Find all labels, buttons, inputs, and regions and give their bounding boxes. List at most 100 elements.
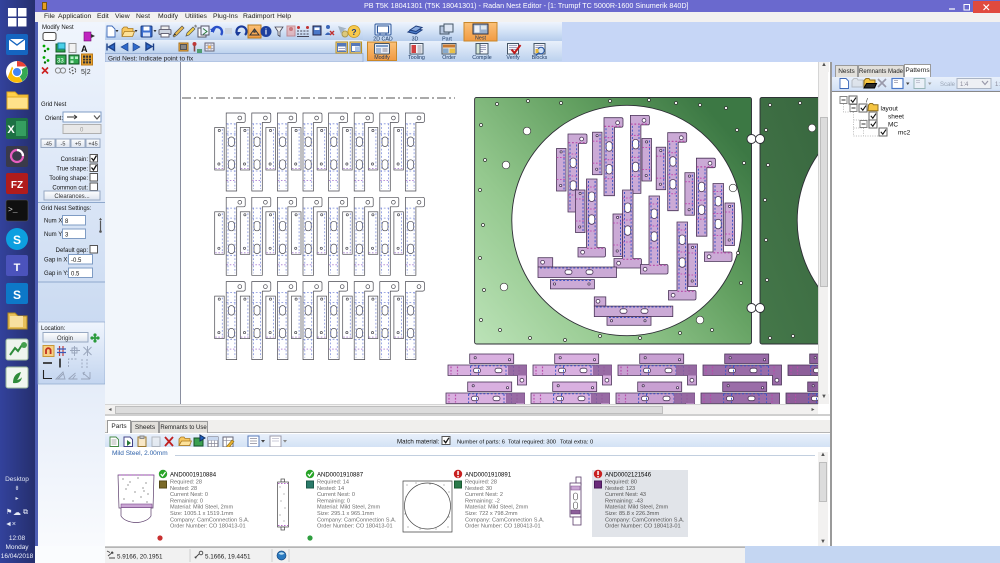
svg-text:Required: 14: Required: 14 [317,480,349,486]
svg-text:Material: Mild Steel, 2mm: Material: Mild Steel, 2mm [317,505,380,511]
svg-text:12:08: 12:08 [9,535,26,542]
svg-text:Material: Mild Steel, 2mm: Material: Mild Steel, 2mm [465,505,528,511]
svg-text:?: ? [351,27,356,37]
svg-text:Match material:: Match material: [397,439,440,446]
svg-text:Gap in X:: Gap in X: [44,258,69,264]
svg-text:Remaining: -43: Remaining: -43 [605,498,643,504]
svg-text:S: S [13,233,21,247]
svg-text:Remaining: 0: Remaining: 0 [317,498,350,504]
svg-text:Order: Order [442,55,456,61]
svg-text:i: i [265,28,267,37]
svg-text:Orient:: Orient: [45,116,63,122]
svg-text:Total extra: 0: Total extra: 0 [560,440,593,446]
svg-text:T: T [14,262,21,274]
svg-text:⧉: ⧉ [23,509,28,516]
svg-text:0.5: 0.5 [71,272,80,278]
svg-text:AND0001910887: AND0001910887 [317,473,364,479]
svg-text:16/04/2018: 16/04/2018 [1,553,34,560]
svg-text:Order Number: CO 180413-01: Order Number: CO 180413-01 [170,524,246,530]
svg-text:-45: -45 [44,142,52,148]
svg-text:Tooling shape:: Tooling shape: [49,176,88,182]
svg-text:Size: 1005.1 x 1519.1mm: Size: 1005.1 x 1519.1mm [170,511,234,517]
svg-text:33: 33 [57,59,64,65]
svg-text:Number of parts: 6: Number of parts: 6 [457,440,505,446]
svg-text:Company: CamConnection S.A.: Company: CamConnection S.A. [170,517,250,523]
svg-text:Order Number: CO 180413-01: Order Number: CO 180413-01 [317,524,393,530]
svg-text:Total required: 300: Total required: 300 [508,440,556,446]
svg-text:5.9166, 20.1951: 5.9166, 20.1951 [117,554,163,561]
svg-text:Default gap:: Default gap: [56,248,89,254]
svg-text:Company: CamConnection S.A.: Company: CamConnection S.A. [317,517,397,523]
svg-text:sheet: sheet [888,114,904,121]
svg-text:Remaining: 0: Remaining: 0 [170,498,203,504]
svg-text:Size: 722 x 798.2mm: Size: 722 x 798.2mm [465,511,518,517]
svg-text:Required: 28: Required: 28 [170,480,202,486]
svg-text:True shape:: True shape: [56,167,88,173]
svg-text:MC: MC [888,122,898,129]
svg-text:Gap in Y:: Gap in Y: [44,271,69,277]
svg-text:Blocks: Blocks [532,55,548,61]
svg-text:Compile: Compile [472,55,491,61]
svg-text:-0.5: -0.5 [71,258,82,264]
svg-text:AND0001910891: AND0001910891 [465,473,512,479]
svg-text:Order Number: CO 180413-01: Order Number: CO 180413-01 [605,524,681,530]
svg-text:Company: CamConnection S.A.: Company: CamConnection S.A. [465,517,545,523]
svg-text:X: X [7,124,15,136]
svg-text:Current Nest: 2: Current Nest: 2 [465,492,503,498]
svg-text:Company: CamConnection S.A.: Company: CamConnection S.A. [605,517,685,523]
svg-text:>_: >_ [8,206,18,215]
svg-text:Grid Nest: Grid Nest [41,102,67,108]
svg-text:AND0001910884: AND0001910884 [170,473,217,479]
svg-text:Grid Nest Settings:: Grid Nest Settings: [41,206,92,212]
svg-text:FZ: FZ [11,180,23,191]
svg-text:Scale: Scale [940,82,956,88]
svg-text:Material: Mild Steel, 2mm: Material: Mild Steel, 2mm [170,505,233,511]
svg-text:mc2: mc2 [898,130,911,137]
svg-text:S: S [13,288,21,302]
svg-text:◄×: ◄× [5,521,16,528]
svg-text:Size: 295.1 x 965.1mm: Size: 295.1 x 965.1mm [317,511,375,517]
svg-text:☁: ☁ [13,508,21,517]
svg-text:Tooling: Tooling [408,55,425,61]
svg-text:layout: layout [881,106,899,113]
svg-text:5.1666, 19.4451: 5.1666, 19.4451 [205,554,251,561]
svg-text:Nested: 14: Nested: 14 [317,486,344,492]
svg-text:⇟: ⇟ [14,485,19,492]
svg-text:Current Nest: 43: Current Nest: 43 [605,492,646,498]
svg-text:5|2: 5|2 [81,69,91,76]
svg-text:/: / [866,98,868,105]
svg-text:Current Nest: 0: Current Nest: 0 [317,492,355,498]
svg-text:Required: 28: Required: 28 [465,480,497,486]
svg-text:Clearances...: Clearances... [54,194,90,200]
svg-text:Num Y:: Num Y: [44,232,64,238]
svg-text:AND0002121546: AND0002121546 [605,473,652,479]
svg-text:Location:: Location: [41,326,66,332]
svg-text:Monday: Monday [5,544,29,551]
svg-text:Nested: 30: Nested: 30 [465,486,492,492]
svg-text:Remaining: -2: Remaining: -2 [465,498,500,504]
svg-text:⚑: ⚑ [6,508,12,516]
svg-text:Constrain:: Constrain: [61,157,89,163]
svg-text:+5: +5 [75,142,81,148]
svg-text:▸: ▸ [15,496,18,502]
svg-text:Verify: Verify [506,55,520,61]
svg-text:A: A [81,44,88,54]
svg-text:Nested: 28: Nested: 28 [170,486,197,492]
svg-text:1:4: 1:4 [960,82,969,88]
svg-text:Order Number: CO 180413-01: Order Number: CO 180413-01 [465,524,541,530]
svg-text:Current Nest: 0: Current Nest: 0 [170,492,208,498]
svg-text:Origin: Origin [57,336,73,342]
svg-text:Modify: Modify [374,55,390,61]
svg-text:Size: 85.8 x 226.3mm: Size: 85.8 x 226.3mm [605,511,659,517]
svg-text:Required: 80: Required: 80 [605,480,637,486]
svg-text:Num X:: Num X: [44,219,64,225]
svg-text:Nested: 123: Nested: 123 [605,486,635,492]
svg-text:Modify Nest: Modify Nest [42,25,74,31]
svg-text:Desktop: Desktop [5,476,29,483]
svg-text:-5: -5 [61,142,66,148]
svg-text:Material: Mild Steel, 2mm: Material: Mild Steel, 2mm [605,505,668,511]
svg-text:3D: 3D [412,37,419,43]
svg-text:+45: +45 [88,142,97,148]
svg-text:1:: 1: [995,82,1000,88]
svg-text:Nest: Nest [475,36,486,42]
